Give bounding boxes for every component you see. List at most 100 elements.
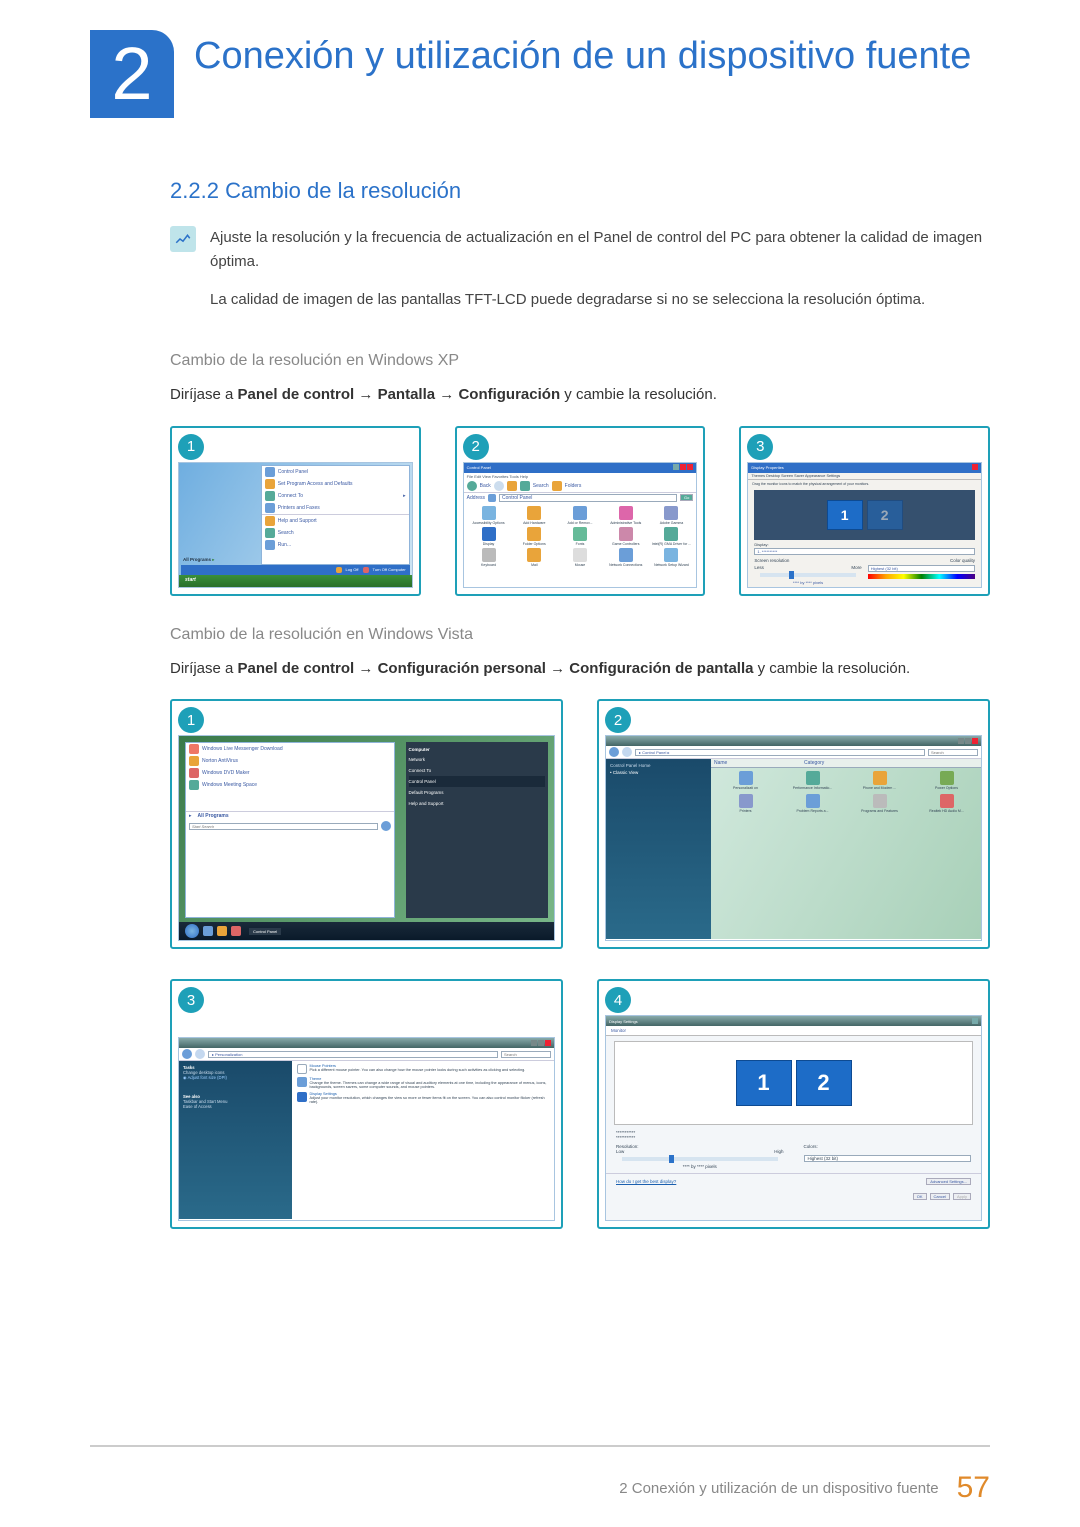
start-search — [189, 823, 378, 830]
xp-display-props-mock: Display Properties Themes Desktop Screen… — [747, 462, 982, 588]
res-val: **** by **** pixels — [754, 580, 861, 585]
dp-title: Display Properties — [751, 465, 783, 470]
all-programs: All Programs — [183, 557, 211, 562]
col-name: Name — [714, 760, 801, 766]
defprog: Default Programs — [409, 787, 546, 798]
computer: Computer — [409, 745, 546, 754]
vista-figure-1: 1 Windows Live Messenger Download Norton… — [170, 699, 563, 949]
help-item: Help and Support — [278, 518, 317, 524]
ci: Adobe Gamma — [660, 521, 684, 525]
v-colors-val: Highest (32 bit) — [804, 1155, 972, 1162]
low: Low — [616, 1149, 624, 1154]
xp-figure-row: 1 Control Panel Set Program Access and D… — [170, 426, 990, 596]
task2: Adjust font size (DPI) — [188, 1075, 227, 1080]
nav: Norton AntiVirus — [202, 758, 238, 764]
xp-instruction: Diríjase a Panel de control → Pantalla →… — [170, 382, 990, 408]
xp-instr-post: y cambie la resolución. — [560, 386, 717, 403]
xp-path3: Configuración — [458, 386, 560, 403]
section-title-text: Cambio de la resolución — [225, 178, 461, 203]
chapter-title: Conexión y utilización de un dispositivo… — [194, 30, 971, 78]
network: Network — [409, 754, 546, 765]
v3-search — [501, 1051, 551, 1058]
vci: Programs and Features — [861, 809, 898, 813]
go-btn: Go — [680, 494, 693, 501]
ci: Accessibility Options — [472, 521, 504, 525]
connectto: Connect To — [409, 765, 546, 776]
theme-text: Change the theme. Themes can change a wi… — [310, 1081, 550, 1089]
v-cancel: Cancel — [930, 1193, 950, 1200]
folders-btn: Folders — [565, 483, 582, 489]
v-apply: Apply — [953, 1193, 971, 1200]
wms: Windows Meeting Space — [202, 782, 257, 788]
vci: Phone and Modem ... — [863, 786, 896, 790]
callout-2: 2 — [463, 434, 489, 460]
color-label: Color quality — [950, 558, 975, 563]
xp-start-menu-mock: Control Panel Set Program Access and Def… — [178, 462, 413, 588]
wlm: Windows Live Messenger Download — [202, 746, 283, 752]
v-cp-search — [928, 749, 978, 756]
vci: Performance Informatio... — [793, 786, 833, 790]
vista-heading: Cambio de la resolución en Windows Vista — [170, 626, 990, 644]
note-p1: Ajuste la resolución y la frecuencia de … — [210, 226, 990, 274]
vista-row-2: 3 ▸ Personalization Tasks Change desktop… — [170, 979, 990, 1229]
v-callout-1: 1 — [178, 707, 204, 733]
ds-win-title: Display Settings — [609, 1019, 638, 1024]
footer-divider — [90, 1445, 990, 1447]
vista-row-1: 1 Windows Live Messenger Download Norton… — [170, 699, 990, 949]
printers-item: Printers and Faxes — [278, 505, 320, 511]
v-advanced-btn: Advanced Settings... — [926, 1178, 971, 1185]
ci: Game Controllers — [612, 542, 639, 546]
xp-path1: Panel de control — [238, 386, 355, 403]
ci: Mouse — [575, 563, 586, 567]
cp-item: Control Panel — [278, 469, 308, 475]
cp-title: Control Panel — [467, 465, 491, 470]
xp-figure-3: 3 Display Properties Themes Desktop Scre… — [739, 426, 990, 596]
vista-cp-mock: ▸ Control Panel ▸ Control Panel Home • C… — [605, 735, 982, 941]
vci: Personalizati on — [733, 786, 758, 790]
ci: Add Hardware — [523, 521, 545, 525]
v-res-val: **** by **** pixels — [616, 1164, 784, 1169]
section-heading: 2.2.2 Cambio de la resolución — [170, 178, 990, 204]
mp-text: Pick a different mouse pointer. You can … — [310, 1068, 526, 1072]
addr-label: Address — [467, 495, 485, 501]
vista-display-settings-mock: Display Settings Monitor 12 *********** … — [605, 1015, 982, 1221]
dvd: Windows DVD Maker — [202, 770, 250, 776]
ci: Network Connections — [609, 563, 642, 567]
ci: Display — [483, 542, 494, 546]
callout-1: 1 — [178, 434, 204, 460]
addr-val: Control Panel — [499, 494, 677, 502]
start-button: start — [179, 575, 412, 587]
v-all-programs: All Programs — [198, 813, 229, 819]
ci: Administrative Tools — [610, 521, 641, 525]
v-path2: Configuración personal — [378, 660, 546, 677]
ci: Network Setup Wizard — [654, 563, 689, 567]
v-path3: Configuración de pantalla — [569, 660, 753, 677]
defaults-item: Set Program Access and Defaults — [278, 481, 353, 487]
dp-drag: Drag the monitor icons to match the phys… — [748, 480, 981, 488]
color-val: Highest (32 bit) — [868, 565, 975, 572]
v-callout-4: 4 — [605, 987, 631, 1013]
vci: Printers — [739, 809, 751, 813]
v-addr: Control Panel — [642, 750, 666, 755]
ci: Keyboard — [481, 563, 496, 567]
page-number: 57 — [957, 1471, 990, 1505]
cp-menu: File Edit View Favorites Tools Help — [464, 473, 697, 480]
more: More — [851, 565, 861, 570]
search-btn: Search — [533, 483, 549, 489]
col-cat: Category — [804, 760, 978, 766]
document-page: 2 Conexión y utilización de un dispositi… — [0, 0, 1080, 1527]
ci: Mail — [531, 563, 537, 567]
ci: Folder Options — [523, 542, 546, 546]
cp-vista: Control Panel — [409, 776, 546, 787]
vista-figure-4: 4 Display Settings Monitor 12 **********… — [597, 979, 990, 1229]
vista-instruction: Diríjase a Panel de control → Configurac… — [170, 656, 990, 682]
v3-addr: Personalization — [215, 1052, 242, 1057]
dp-disp-val: 1. ********** — [754, 548, 975, 555]
less: Less — [754, 565, 764, 570]
high: High — [774, 1149, 783, 1154]
vci: Realtek HD Audio M... — [929, 809, 963, 813]
v-instr-post: y cambie la resolución. — [753, 660, 910, 677]
vista-figure-3: 3 ▸ Personalization Tasks Change desktop… — [170, 979, 563, 1229]
vista-personalization-mock: ▸ Personalization Tasks Change desktop i… — [178, 1037, 555, 1221]
v-path1: Panel de control — [238, 660, 355, 677]
